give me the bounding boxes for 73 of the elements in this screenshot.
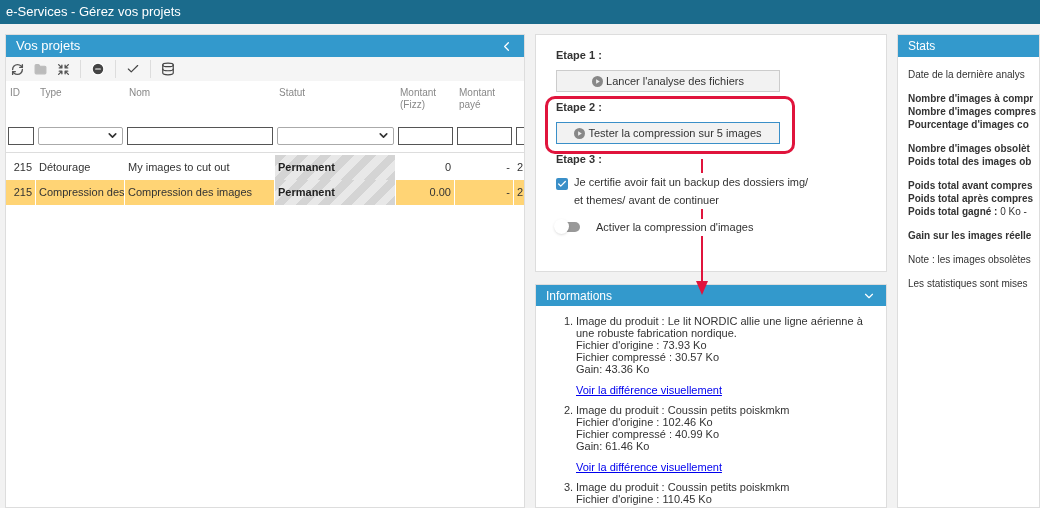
info-line: Image du produit : Le lit NORDIC allie une ligne aérienne à une robuste fabrication nordique. xyxy=(576,315,864,339)
step-label: Etape 3 : xyxy=(556,151,603,167)
column-header[interactable]: ID xyxy=(10,87,32,99)
panel-title: Stats xyxy=(908,38,936,55)
info-line: Fichier d'origine : 102.46 Ko xyxy=(576,416,714,428)
info-line: Image du produit : Coussin petits poiskmkm xyxy=(576,404,790,416)
column-header[interactable]: Montant payé xyxy=(459,87,510,111)
toggle-label: Activer la compression d'images xyxy=(596,219,754,236)
table-cell-text: 215 xyxy=(13,160,32,176)
info-line: Fichier compressé : 40.99 Ko xyxy=(576,428,721,440)
table-cell-text: 2 xyxy=(517,160,524,176)
item-number: 1. xyxy=(564,315,575,329)
stats-line: Nombre d'images obsolèt xyxy=(908,142,1030,155)
shrink-icon[interactable] xyxy=(57,62,70,76)
play-icon xyxy=(574,127,586,139)
checkbox[interactable] xyxy=(556,178,568,190)
info-line: Fichier d'origine : 110.45 Ko xyxy=(576,493,713,505)
table-cell-text: - xyxy=(506,160,510,176)
item-number: 3. xyxy=(564,481,575,495)
table-cell-text: Compression des xyxy=(39,185,124,201)
stats-line: Poids total gagné : 0 Ko - xyxy=(908,205,1027,218)
info-line: Gain: 61.46 Ko xyxy=(576,440,651,452)
column-header[interactable]: Montant (Fizz) xyxy=(400,87,451,111)
window-title: e-Services - Gérez vos projets xyxy=(6,3,181,22)
info-line: Gain: 43.36 Ko xyxy=(576,363,651,375)
action-button[interactable]: Tester la compression sur 5 images xyxy=(556,122,780,144)
stats-line: Poids total avant compres xyxy=(908,179,1033,192)
stats-line: Note : les images obsolètes xyxy=(908,253,1031,266)
refresh-icon[interactable] xyxy=(11,62,24,76)
panel-title: Informations xyxy=(546,287,613,305)
table-cell-text: Permanent xyxy=(278,160,335,176)
difference-link[interactable]: Voir la différence visuellement xyxy=(576,384,876,396)
step-label: Etape 2 : xyxy=(556,99,603,115)
filter-field[interactable] xyxy=(127,126,273,145)
info-line: Image du produit : Coussin petits poiskmkm xyxy=(576,481,790,493)
stats-line: Nombre d'images à compr xyxy=(908,92,1034,105)
stats-line: Poids total des images ob xyxy=(908,155,1032,168)
table-cell-text: 215 xyxy=(13,185,32,201)
stats-line: Gain sur les images réelle xyxy=(908,229,1032,242)
toggle-switch[interactable] xyxy=(556,222,580,233)
table-cell-text: 0 xyxy=(444,160,451,176)
table-cell-text: Permanent xyxy=(278,185,335,201)
checkbox-label: Je certifie avoir fait un backup des dossiers img/ et themes/ avant de continuer xyxy=(574,173,809,209)
stats-line: Poids total après compres xyxy=(908,192,1034,205)
column-header[interactable]: Nom xyxy=(129,87,271,99)
minus-circle-icon[interactable] xyxy=(91,62,105,76)
database-icon[interactable] xyxy=(161,62,175,76)
stats-line: Pourcentage d'images co xyxy=(908,118,1029,131)
table-cell-text: - xyxy=(506,185,510,201)
table-cell-text: 2 xyxy=(517,185,524,201)
stats-line: Nombre d'images compres xyxy=(908,105,1036,118)
play-icon xyxy=(592,75,604,87)
info-line: Fichier compressé : 30.57 Ko xyxy=(576,351,721,363)
filter-field[interactable] xyxy=(457,126,512,145)
filter-field[interactable] xyxy=(8,126,34,145)
step-label: Etape 1 : xyxy=(556,47,603,63)
info-line: Fichier d'origine : 73.93 Ko xyxy=(576,339,708,351)
table-cell-text: Détourage xyxy=(39,160,91,176)
stats-line: Les statistiques sont mises xyxy=(908,277,1028,290)
table-cell-text: My images to cut out xyxy=(128,160,230,176)
check-icon[interactable] xyxy=(126,62,140,76)
item-number: 2. xyxy=(564,404,575,418)
column-header[interactable]: Statut xyxy=(279,87,392,99)
difference-link[interactable]: Voir la différence visuellement xyxy=(576,461,790,473)
table-cell-text: Compression des images xyxy=(128,185,253,201)
table-row[interactable]: 215 Compression des Compression des images Permanent 0.00 - 2 xyxy=(6,180,524,205)
panel-title: Vos projets xyxy=(16,37,81,56)
action-button[interactable]: Lancer l'analyse des fichiers xyxy=(556,70,780,92)
stats-line: Date de la dernière analys xyxy=(908,68,1025,81)
check-icon xyxy=(557,179,567,189)
column-header[interactable]: Type xyxy=(40,87,121,99)
filter-field[interactable] xyxy=(398,126,453,145)
table-cell-text: 0.00 xyxy=(429,185,451,201)
